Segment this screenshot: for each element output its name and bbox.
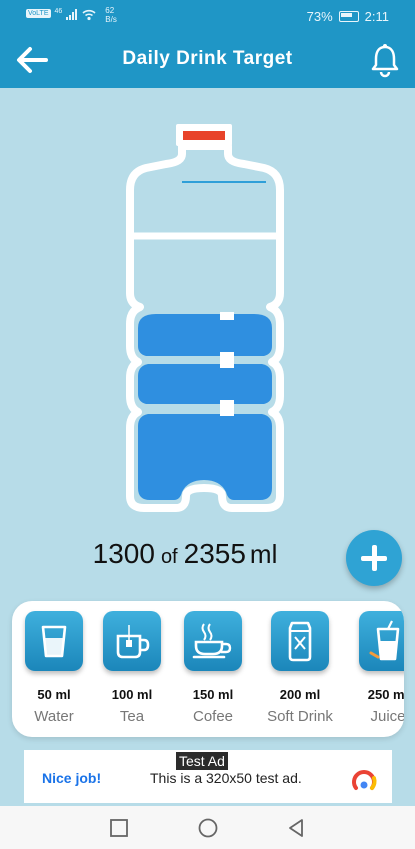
- ad-cta[interactable]: Nice job!: [42, 770, 101, 786]
- drink-volume: 50 ml: [37, 687, 71, 702]
- recent-apps-icon[interactable]: [107, 816, 131, 840]
- drink-coffee[interactable]: 150 ml Cofee: [171, 611, 255, 725]
- drink-volume: 250 ml: [367, 687, 404, 702]
- target-intake: 2355: [183, 538, 246, 569]
- bottle-rib: [220, 352, 234, 368]
- drink-volume: 100 ml: [111, 687, 153, 702]
- drink-name: Juice: [370, 708, 404, 725]
- drink-volume: 200 ml: [279, 687, 321, 702]
- water-bottle-gauge: [126, 124, 284, 512]
- drink-tea[interactable]: 100 ml Tea: [90, 611, 174, 725]
- add-drink-button[interactable]: [346, 530, 402, 586]
- soda-can-icon: [271, 611, 329, 671]
- network-type: 46: [54, 8, 63, 15]
- bottle-rib: [220, 400, 234, 416]
- notification-button[interactable]: [369, 42, 401, 78]
- drink-picker: 50 ml Water 100 ml Tea 150 ml Cofee 200 …: [12, 601, 404, 737]
- bottle-rib: [220, 312, 234, 320]
- tea-cup-icon: [103, 611, 161, 671]
- ad-label: Test Ad: [176, 752, 228, 770]
- status-left: VoLTE 46 62 B/s: [26, 6, 117, 24]
- intake-unit: ml: [249, 539, 278, 569]
- app-bar: Daily Drink Target: [0, 34, 415, 88]
- battery-icon: [338, 11, 359, 22]
- drink-name: Soft Drink: [267, 708, 333, 725]
- ad-text: This is a 320x50 test ad.: [150, 770, 302, 786]
- drink-water[interactable]: 50 ml Water: [12, 611, 96, 725]
- bottle-cap-band: [183, 131, 225, 140]
- data-speed-unit: B/s: [105, 15, 117, 24]
- intake-summary: 1300 of 2355 ml: [0, 538, 370, 570]
- drink-volume: 150 ml: [192, 687, 234, 702]
- drink-juice[interactable]: 250 ml Juice: [346, 611, 404, 725]
- clock: 2:11: [364, 9, 389, 24]
- juice-glass-icon: [359, 611, 404, 671]
- status-right: 73% 2:11: [307, 9, 389, 24]
- data-speed-value: 62: [105, 6, 115, 15]
- home-icon[interactable]: [196, 816, 220, 840]
- volte-icon: VoLTE: [26, 9, 51, 18]
- bell-icon: [371, 44, 399, 78]
- coffee-cup-icon: [184, 611, 242, 671]
- drink-soft-drink[interactable]: 200 ml Soft Drink: [258, 611, 342, 725]
- page-title: Daily Drink Target: [122, 48, 293, 69]
- drink-name: Water: [34, 708, 74, 725]
- current-intake: 1300: [92, 538, 155, 569]
- water-glass-icon: [25, 611, 83, 671]
- back-nav-icon[interactable]: [284, 816, 308, 840]
- system-nav-bar: [0, 806, 415, 849]
- signal-icon: [66, 8, 78, 20]
- status-bar: VoLTE 46 62 B/s 73% 2:11: [0, 0, 415, 34]
- data-speed: 62 B/s: [105, 6, 117, 24]
- bottle-rib: [196, 318, 202, 328]
- wifi-icon: [82, 9, 96, 21]
- drink-name: Cofee: [192, 708, 234, 725]
- of-label: of: [160, 546, 178, 568]
- drink-name: Tea: [119, 708, 145, 725]
- ad-logo-icon[interactable]: [350, 764, 378, 792]
- battery-percent: 73%: [306, 9, 333, 24]
